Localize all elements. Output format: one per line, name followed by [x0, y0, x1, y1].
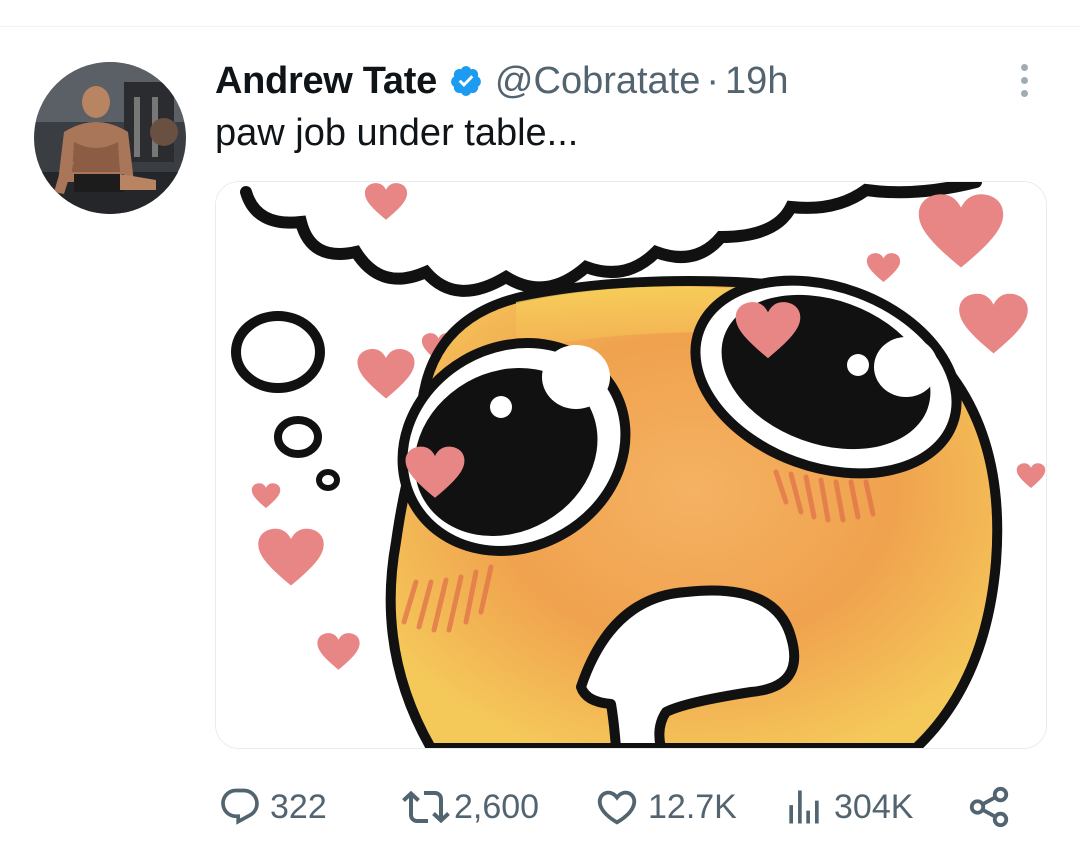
- tweet-text: paw job under table...: [215, 112, 579, 154]
- more-dot: [1020, 63, 1028, 71]
- tweet-media-image[interactable]: [215, 181, 1047, 749]
- avatar[interactable]: [34, 62, 186, 214]
- like-count: 12.7K: [648, 787, 737, 826]
- repost-count: 2,600: [454, 787, 540, 826]
- tweet-header: Andrew Tate @Cobratate · 19h: [215, 56, 788, 106]
- top-divider: [0, 26, 1080, 27]
- separator-dot: ·: [706, 59, 720, 102]
- repost-icon: [402, 790, 450, 824]
- pleading-face-illustration: [216, 182, 1046, 748]
- avatar-image: [34, 62, 186, 214]
- more-dot: [1020, 76, 1028, 84]
- author-handle[interactable]: @Cobratate: [495, 60, 700, 103]
- share-button[interactable]: [966, 775, 1012, 839]
- reply-count: 322: [270, 787, 327, 826]
- like-button[interactable]: 12.7K: [594, 775, 737, 839]
- views-button[interactable]: 304K: [782, 775, 913, 839]
- reply-icon: [221, 788, 259, 825]
- repost-button[interactable]: 2,600: [402, 775, 539, 839]
- more-options-icon[interactable]: [1004, 58, 1044, 102]
- tweet-timestamp[interactable]: 19h: [725, 60, 788, 103]
- views-count: 304K: [834, 787, 914, 826]
- verified-badge-icon[interactable]: [449, 64, 483, 98]
- tweet-action-bar: 322 2,600 12.7K 304K: [0, 775, 1080, 839]
- like-icon: [597, 790, 637, 825]
- views-icon: [789, 790, 819, 824]
- share-icon: [969, 786, 1009, 828]
- more-dot: [1020, 89, 1028, 97]
- author-display-name[interactable]: Andrew Tate: [215, 60, 437, 103]
- reply-button[interactable]: 322: [218, 775, 327, 839]
